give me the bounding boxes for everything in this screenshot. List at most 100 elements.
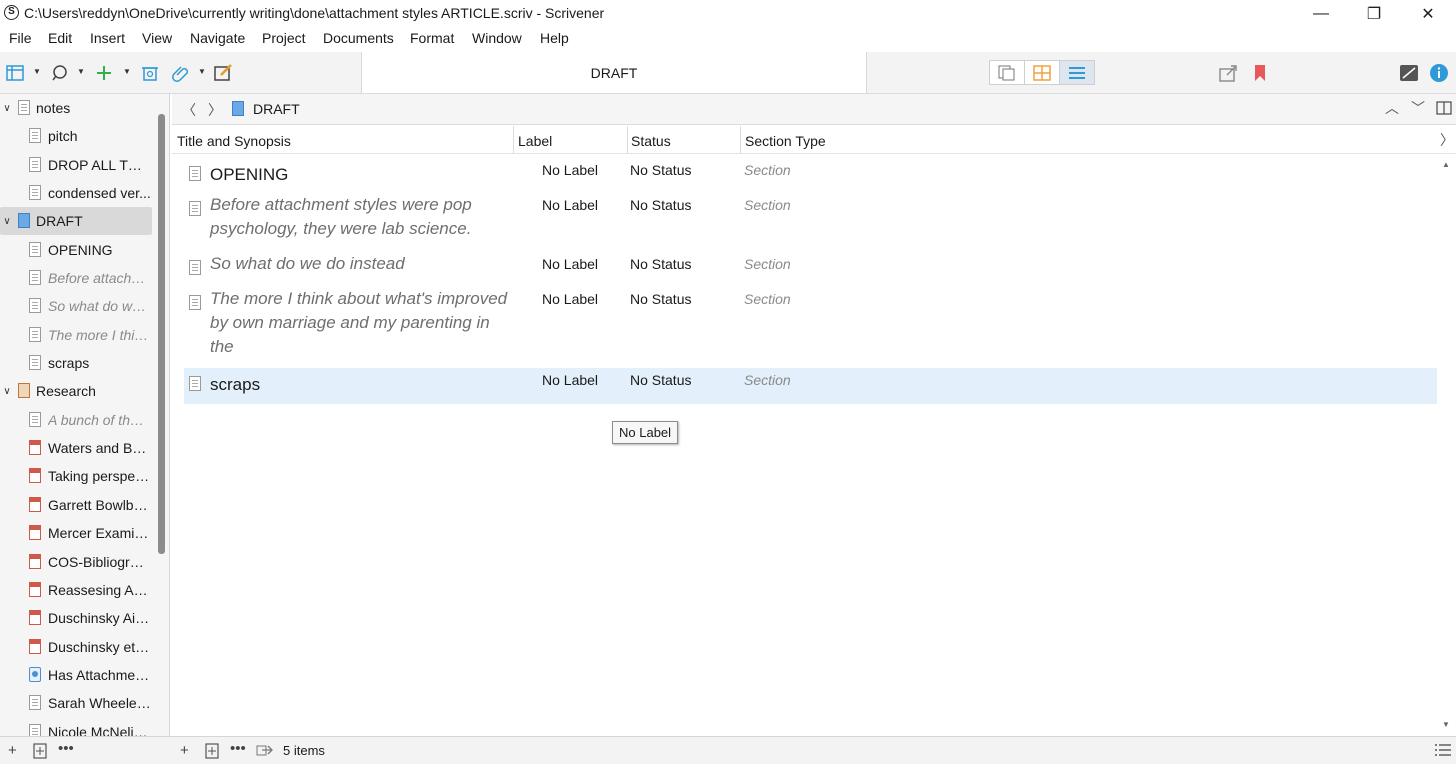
back-icon[interactable]: 〈 [182,100,196,120]
chevron-down-icon[interactable]: ﹀ [1411,98,1425,118]
forward-icon[interactable]: 〉 [208,100,222,120]
close-button[interactable]: ✕ [1405,0,1451,27]
binder-item[interactable]: pitch [0,122,152,150]
binder-item[interactable]: Waters and Bea... [0,434,152,462]
menu-file[interactable]: File [9,30,32,46]
corkboard-view-icon[interactable] [1025,61,1060,84]
row-section-type[interactable]: Section [744,372,791,388]
row-status[interactable]: No Status [630,197,691,213]
outliner-view-icon[interactable] [1060,61,1094,84]
inspector-toggle-icon[interactable] [1398,63,1420,83]
binder-item[interactable]: Before attachm... [0,264,152,292]
row-section-type[interactable]: Section [744,197,791,213]
chevron-down-icon[interactable]: ▼ [32,65,42,79]
row-label[interactable]: No Label [542,256,598,272]
menu-help[interactable]: Help [540,30,569,46]
menu-insert[interactable]: Insert [90,30,125,46]
expand-chevron-icon[interactable]: ∨ [2,216,12,227]
row-status[interactable]: No Status [630,256,691,272]
row-synopsis[interactable]: Before attachment styles were pop psycho… [210,193,510,241]
row-status[interactable]: No Status [630,162,691,178]
menu-format[interactable]: Format [410,30,454,46]
expand-chevron-icon[interactable]: ∨ [2,103,12,114]
column-title-synopsis[interactable]: Title and Synopsis [177,133,291,149]
binder-item[interactable]: Mercer Examini... [0,519,152,547]
add-folder-icon[interactable] [33,743,47,763]
binder-item[interactable]: scraps [0,349,152,377]
binder-item[interactable]: Nicole McNelis... [0,718,152,736]
trash-icon[interactable] [139,63,161,83]
menu-project[interactable]: Project [262,30,306,46]
binder-item[interactable]: ∨ Research [0,377,152,405]
row-synopsis[interactable]: So what do we do instead [210,252,510,276]
binder-item[interactable]: The more I thin... [0,321,152,349]
binder-item[interactable]: Reassesing Att... [0,576,152,604]
binder-item[interactable]: So what do we ... [0,292,152,320]
row-status[interactable]: No Status [630,372,691,388]
info-icon[interactable] [1428,63,1450,83]
column-status[interactable]: Status [631,133,671,149]
menu-view[interactable]: View [142,30,172,46]
row-synopsis[interactable]: The more I think about what's improved b… [210,287,510,359]
column-label[interactable]: Label [518,133,552,149]
chevron-down-icon[interactable]: ▼ [76,65,86,79]
binder-item[interactable]: DROP ALL THE ... [0,151,152,179]
menu-navigate[interactable]: Navigate [190,30,245,46]
chevron-up-icon[interactable]: ︿ [1385,98,1399,118]
maximize-button[interactable]: ❐ [1351,0,1397,27]
minimize-button[interactable]: — [1298,0,1344,27]
menu-window[interactable]: Window [472,30,522,46]
row-status[interactable]: No Status [630,291,691,307]
outline-row[interactable]: So what do we do instead No Label No Statu… [184,252,1437,287]
row-label[interactable]: No Label [542,162,598,178]
binder-item[interactable]: Duschinsky et a... [0,633,152,661]
chevron-down-icon[interactable]: ▼ [122,65,132,79]
list-options-icon[interactable] [1435,743,1451,761]
scroll-up-arrow-icon[interactable]: ▲ [1442,160,1450,169]
add-icon[interactable] [93,63,115,83]
row-label[interactable]: No Label [542,197,598,213]
binder-item[interactable]: Has Attachmen... [0,661,152,689]
outline-row[interactable]: OPENING No Label No Status Section [184,158,1437,193]
row-title[interactable]: OPENING [210,163,510,187]
editor-scrollbar[interactable]: ▲ ▼ [1438,154,1456,736]
breadcrumb[interactable]: DRAFT [253,101,300,117]
column-section-type[interactable]: Section Type [745,133,826,149]
binder-item[interactable]: ∨ DRAFT [0,207,152,235]
more-icon[interactable]: ••• [230,740,246,757]
menu-edit[interactable]: Edit [48,30,72,46]
binder-item[interactable]: Duschinsky Ain... [0,604,152,632]
binder-item[interactable]: Taking perspec... [0,462,152,490]
add-icon[interactable]: + [8,742,17,759]
binder-item[interactable]: Garrett Bowlby ... [0,491,152,519]
add-icon[interactable]: + [180,742,189,759]
menu-documents[interactable]: Documents [323,30,394,46]
binder-scrollbar[interactable] [158,114,165,554]
add-folder-icon[interactable] [205,743,219,763]
more-icon[interactable]: ••• [58,740,74,757]
row-label[interactable]: No Label [542,291,598,307]
outline-row[interactable]: scraps No Label No Status Section [184,368,1437,404]
attachment-icon[interactable] [170,63,192,83]
move-to-icon[interactable] [256,743,274,761]
row-section-type[interactable]: Section [744,162,791,178]
binder-item[interactable]: OPENING [0,236,152,264]
scroll-down-arrow-icon[interactable]: ▼ [1442,720,1450,729]
row-section-type[interactable]: Section [744,256,791,272]
outline-row[interactable]: The more I think about what's improved b… [184,287,1437,368]
bookmark-icon[interactable] [1249,63,1271,83]
row-title[interactable]: scraps [210,373,510,397]
binder-item[interactable]: condensed ver... [0,179,152,207]
chevron-down-icon[interactable]: ▼ [197,65,207,79]
binder-item[interactable]: Sarah Wheeler ... [0,689,152,717]
binder-toggle-icon[interactable] [4,63,26,83]
search-icon[interactable] [49,63,71,83]
expand-chevron-icon[interactable]: ∨ [2,386,12,397]
compose-icon[interactable] [213,63,235,83]
share-icon[interactable] [1218,63,1240,83]
split-editor-icon[interactable] [1436,101,1452,118]
chevron-right-icon[interactable]: 〉 [1438,126,1456,154]
scrivenings-view-icon[interactable] [990,61,1025,84]
row-label[interactable]: No Label [542,372,598,388]
binder-item[interactable]: ∨ notes [0,94,152,122]
